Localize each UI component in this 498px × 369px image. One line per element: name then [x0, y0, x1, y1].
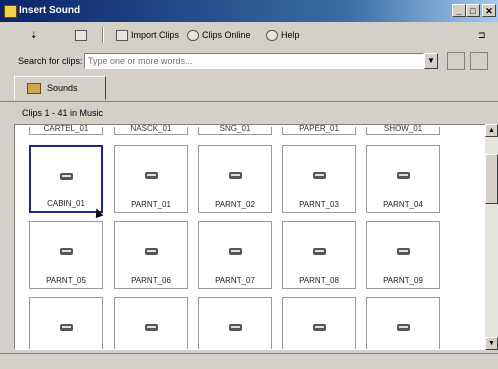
clip-label: PARNT_07 [215, 276, 255, 285]
view-button[interactable] [75, 28, 90, 42]
speaker-icon [144, 246, 159, 256]
clip-item[interactable]: PARNT_01 [114, 145, 188, 213]
speaker-icon [144, 170, 159, 180]
clip-item[interactable] [29, 297, 103, 349]
speaker-icon [228, 246, 243, 256]
speaker-icon [59, 246, 74, 256]
speaker-icon [396, 246, 411, 256]
search-label: Search for clips: [18, 56, 83, 66]
search-go-button[interactable] [447, 52, 465, 70]
clip-label: PARNT_09 [383, 276, 423, 285]
clip-label: NASCK_01 [130, 124, 172, 133]
speaker-icon [59, 171, 74, 181]
clip-label: SNG_01 [219, 124, 251, 133]
clips-online-button[interactable]: Clips Online [187, 28, 251, 42]
clip-item[interactable]: PARNT_03 [282, 145, 356, 213]
search-input[interactable] [84, 53, 424, 69]
clip-item[interactable] [366, 297, 440, 349]
sounds-icon [27, 83, 41, 94]
clip-item[interactable]: PARNT_06 [114, 221, 188, 289]
clip-item[interactable]: PARNT_08 [282, 221, 356, 289]
clip-grid: CARTEL_01 NASCK_01 SNG_01 PAPER_01 SHOW_… [14, 124, 486, 350]
speaker-icon [228, 170, 243, 180]
tab-row: Sounds [0, 74, 498, 102]
clip-item[interactable]: PARNT_07 [198, 221, 272, 289]
clip-item[interactable] [198, 297, 272, 349]
speaker-icon [59, 322, 74, 332]
clip-item[interactable]: SNG_01 [198, 124, 272, 135]
grid-view-icon [75, 30, 87, 42]
clip-item[interactable]: PARNT_02 [198, 145, 272, 213]
close-button[interactable]: ✕ [482, 4, 496, 17]
window-title: Insert Sound [19, 5, 81, 16]
clip-item[interactable] [282, 297, 356, 349]
help-button[interactable]: Help [266, 28, 300, 42]
help-icon [266, 30, 278, 42]
speaker-icon [228, 322, 243, 332]
clip-item[interactable]: PARNT_09 [366, 221, 440, 289]
clip-label: PARNT_02 [215, 200, 255, 209]
clip-item-selected[interactable]: CABIN_01 [29, 145, 103, 213]
app-icon [4, 5, 17, 18]
globe-icon [187, 30, 199, 42]
speaker-icon [312, 322, 327, 332]
tab-sounds[interactable]: Sounds [14, 76, 106, 100]
pin-icon: ⊐ [478, 30, 486, 40]
minimize-button[interactable]: _ [452, 4, 466, 17]
clip-label: PARNT_05 [46, 276, 86, 285]
clip-item[interactable]: CARTEL_01 [29, 124, 103, 135]
clip-label: CARTEL_01 [43, 124, 89, 133]
search-dropdown-button[interactable]: ▼ [424, 53, 438, 69]
speaker-icon [312, 170, 327, 180]
clip-label: PAPER_01 [299, 124, 339, 133]
speaker-icon [396, 170, 411, 180]
back-arrow-icon: ⇣ [30, 30, 38, 40]
clip-label: CABIN_01 [47, 199, 85, 208]
clip-label: SHOW_01 [383, 124, 423, 133]
scroll-up-button[interactable]: ▲ [485, 124, 498, 137]
search-row: Search for clips: ▼ [0, 50, 498, 72]
import-clips-button[interactable]: Import Clips [116, 28, 179, 42]
tab-sounds-label: Sounds [47, 83, 78, 93]
clip-item[interactable]: PAPER_01 [282, 124, 356, 135]
toolbar: ⇣ Import Clips Clips Online Help ⊐ [0, 22, 498, 48]
search-options-button[interactable] [470, 52, 488, 70]
maximize-button[interactable]: □ [466, 4, 480, 17]
clip-item[interactable] [114, 297, 188, 349]
import-clips-label: Import Clips [131, 30, 180, 40]
clips-caption: Clips 1 - 41 in Music [22, 108, 104, 118]
clip-label: PARNT_06 [131, 276, 171, 285]
speaker-icon [396, 322, 411, 332]
help-label: Help [281, 30, 300, 40]
clip-item[interactable]: SHOW_01 [366, 124, 440, 135]
clip-label: PARNT_01 [131, 200, 171, 209]
clips-online-label: Clips Online [202, 30, 251, 40]
toolbar-separator [102, 27, 104, 43]
speaker-icon [312, 246, 327, 256]
import-clips-icon [116, 30, 128, 42]
vertical-scrollbar[interactable]: ▲ ▼ [485, 124, 498, 350]
clip-item[interactable]: PARNT_05 [29, 221, 103, 289]
clip-item[interactable]: PARNT_04 [366, 145, 440, 213]
status-bar [0, 353, 498, 369]
clip-label: PARNT_03 [299, 200, 339, 209]
scroll-down-button[interactable]: ▼ [485, 337, 498, 350]
clip-item[interactable]: NASCK_01 [114, 124, 188, 135]
speaker-icon [144, 322, 159, 332]
clip-label: PARNT_08 [299, 276, 339, 285]
clip-label: PARNT_04 [383, 200, 423, 209]
back-button[interactable]: ⇣ [30, 28, 38, 42]
scroll-thumb[interactable] [485, 154, 498, 204]
pin-button[interactable]: ⊐ [478, 28, 486, 42]
title-bar: Insert Sound _ □ ✕ [0, 0, 498, 22]
